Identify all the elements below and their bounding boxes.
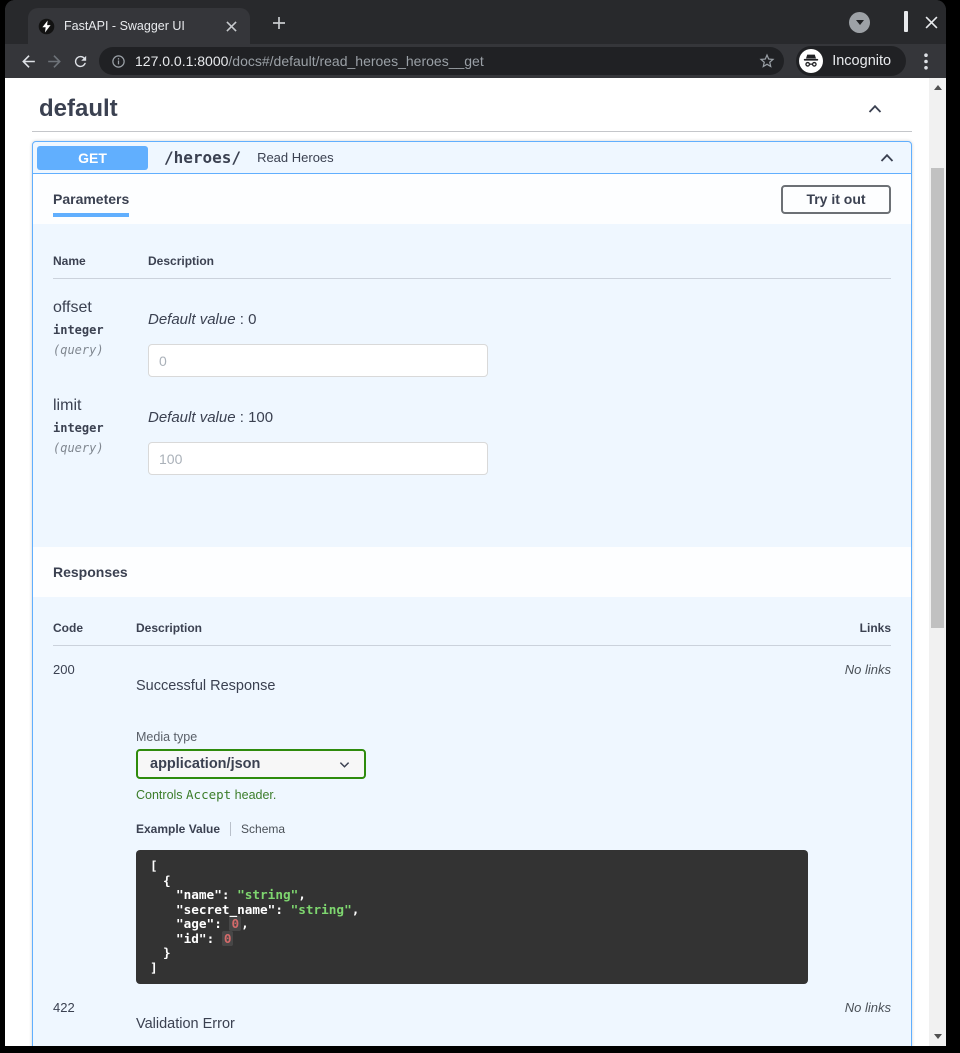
chevron-down-icon: [337, 757, 352, 772]
tag-section-header[interactable]: default: [32, 92, 912, 126]
limit-input[interactable]: [148, 442, 488, 475]
operation-description: Read Heroes: [257, 150, 334, 165]
tab-strip: FastAPI - Swagger UI: [5, 0, 946, 44]
parameters-header: Parameters Try it out: [33, 174, 911, 224]
media-type-value: application/json: [150, 756, 260, 772]
maximize-icon[interactable]: [904, 13, 908, 31]
response-description: Validation Error: [136, 1016, 845, 1032]
media-type-select[interactable]: application/json: [136, 749, 366, 779]
scrollbar-up-arrow-icon[interactable]: [934, 85, 942, 90]
tab-close-icon[interactable]: [222, 17, 240, 35]
parameter-default: Default value : 0: [148, 311, 891, 328]
parameter-type: integer: [53, 421, 148, 435]
responses-title: Responses: [53, 564, 128, 580]
url-path: /docs#/default/read_heroes_heroes__get: [228, 53, 483, 69]
media-type-label: Media type: [136, 730, 845, 744]
response-links: No links: [845, 660, 891, 984]
tab-example-value[interactable]: Example Value: [136, 822, 220, 836]
page-content: default GET /heroes/ Read Heroes Paramet…: [5, 78, 946, 1046]
opblock-get-heroes: GET /heroes/ Read Heroes Parameters Try …: [32, 141, 912, 1046]
bookmark-star-icon[interactable]: [758, 52, 776, 70]
parameter-default: Default value : 100: [148, 409, 891, 426]
response-row-200: 200 Successful Response Media type appli…: [53, 646, 891, 984]
tag-collapse-chevron-up-icon[interactable]: [865, 99, 885, 119]
response-description: Successful Response: [136, 678, 845, 694]
column-description: Description: [136, 621, 202, 635]
tab-title: FastAPI - Swagger UI: [64, 19, 222, 33]
page-scrollbar[interactable]: [929, 78, 946, 1046]
response-code: 422: [53, 998, 136, 1032]
response-code: 200: [53, 660, 136, 984]
scrollbar-thumb[interactable]: [931, 168, 944, 628]
back-icon[interactable]: [15, 48, 41, 74]
incognito-label: Incognito: [832, 53, 891, 69]
incognito-badge: Incognito: [796, 46, 906, 76]
tag-divider: [32, 131, 912, 132]
response-row-422: 422 Validation Error No links: [53, 984, 891, 1032]
incognito-icon: [799, 49, 823, 73]
parameter-row-offset: offset integer (query) Default value : 0: [53, 279, 891, 377]
url-host: 127.0.0.1:8000: [135, 53, 228, 69]
responses-table: Code Description Links 200 Successful Re…: [33, 597, 911, 1046]
fastapi-favicon-icon: [38, 18, 55, 35]
new-tab-icon[interactable]: [267, 11, 291, 35]
browser-toolbar: 127.0.0.1:8000/docs#/default/read_heroes…: [5, 44, 946, 78]
tab-search-icon[interactable]: [849, 12, 870, 33]
method-badge: GET: [37, 146, 148, 170]
parameters-table: Name Description offset integer (query) …: [33, 224, 911, 547]
reload-icon[interactable]: [67, 48, 93, 74]
url-text[interactable]: 127.0.0.1:8000/docs#/default/read_heroes…: [135, 53, 758, 69]
tag-title: default: [39, 95, 118, 123]
column-description: Description: [148, 254, 891, 268]
responses-header: Responses: [33, 547, 911, 597]
response-links: No links: [845, 998, 891, 1032]
offset-input[interactable]: [148, 344, 488, 377]
parameters-title: Parameters: [53, 191, 129, 207]
window-controls: [849, 10, 938, 34]
column-name: Name: [53, 254, 148, 268]
example-json-code: [ { "name": "string", "secret_name": "st…: [136, 850, 808, 984]
column-links: Links: [860, 621, 891, 635]
operation-path: /heroes/: [164, 148, 241, 167]
window-close-icon[interactable]: [925, 16, 938, 29]
tab-separator: [230, 822, 231, 836]
address-bar[interactable]: 127.0.0.1:8000/docs#/default/read_heroes…: [99, 47, 784, 75]
browser-tab[interactable]: FastAPI - Swagger UI: [28, 8, 250, 44]
responses-table-head: Code Description Links: [53, 621, 891, 646]
column-code: Code: [53, 621, 136, 635]
site-info-icon[interactable]: [111, 54, 126, 69]
example-tabs: Example Value Schema: [136, 822, 845, 836]
tab-schema[interactable]: Schema: [241, 822, 285, 836]
operation-summary[interactable]: GET /heroes/ Read Heroes: [33, 142, 911, 174]
try-it-out-button[interactable]: Try it out: [781, 185, 891, 214]
parameters-table-head: Name Description: [53, 254, 891, 279]
parameter-row-limit: limit integer (query) Default value : 10…: [53, 377, 891, 475]
parameter-name: offset: [53, 299, 148, 317]
accept-header-note: Controls Accept header.: [136, 787, 845, 802]
menu-kebab-icon[interactable]: [916, 49, 936, 73]
parameter-type: integer: [53, 323, 148, 337]
forward-icon[interactable]: [41, 48, 67, 74]
operation-collapse-chevron-up-icon[interactable]: [877, 148, 897, 168]
parameter-location: (query): [53, 343, 148, 357]
parameter-location: (query): [53, 441, 148, 455]
parameter-name: limit: [53, 397, 148, 415]
browser-window: FastAPI - Swagger UI: [5, 0, 946, 1046]
scrollbar-down-arrow-icon[interactable]: [934, 1034, 942, 1039]
swagger-page: default GET /heroes/ Read Heroes Paramet…: [32, 78, 912, 1046]
